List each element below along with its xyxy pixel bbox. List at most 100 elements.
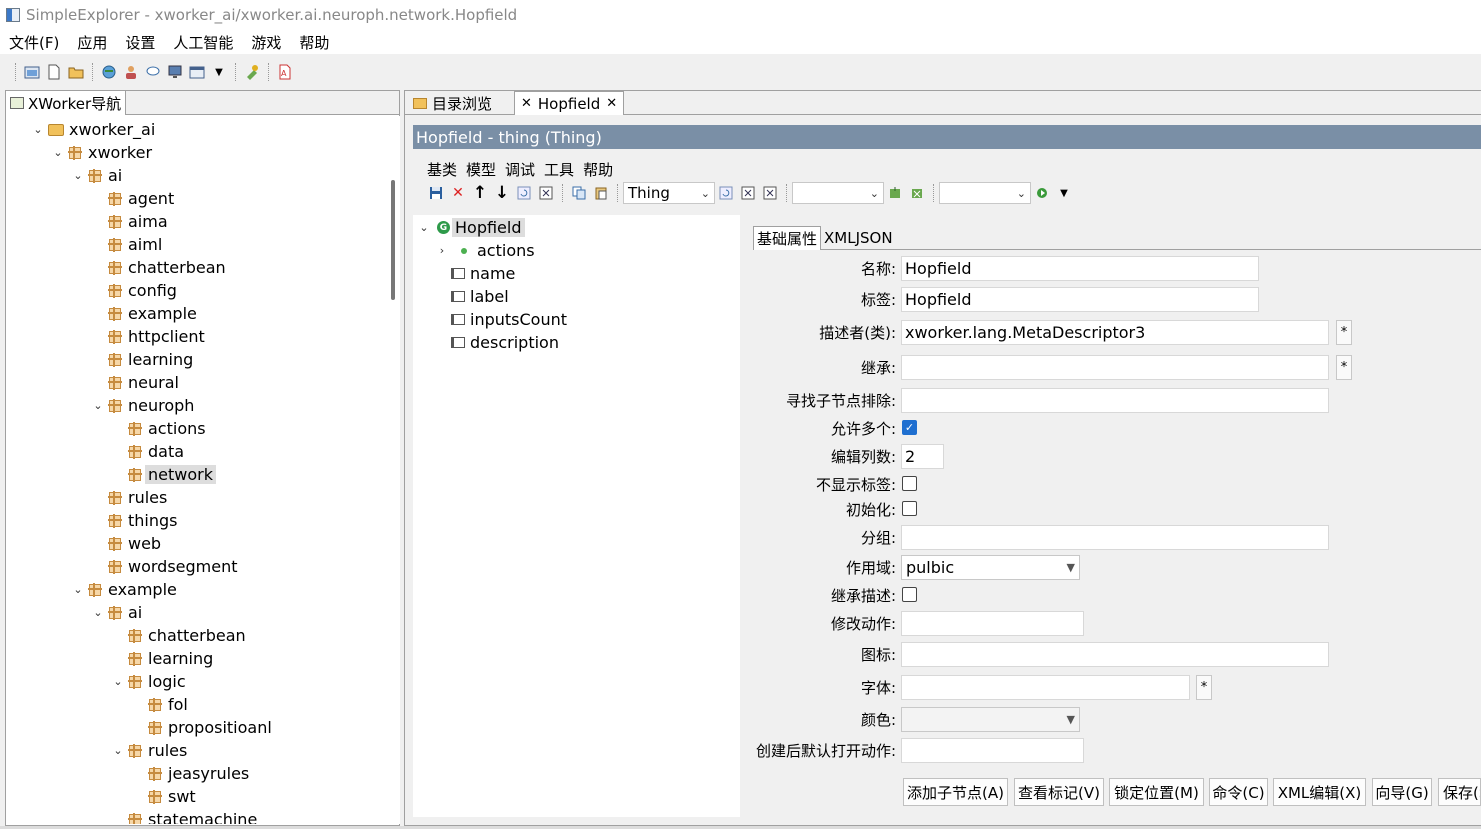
scrollbar-thumb[interactable] bbox=[391, 180, 395, 300]
user-icon[interactable] bbox=[123, 64, 139, 80]
tree-node[interactable]: web bbox=[91, 532, 161, 555]
x-class-icon[interactable] bbox=[762, 185, 778, 201]
copy-icon[interactable] bbox=[571, 185, 587, 201]
new-file-icon[interactable] bbox=[46, 64, 62, 80]
name-field[interactable]: Hopfield bbox=[901, 256, 1259, 281]
refresh-world-icon[interactable] bbox=[101, 64, 117, 80]
tree-node[interactable]: ⌄ ai bbox=[71, 164, 122, 187]
move-down-icon[interactable]: ↓ bbox=[494, 183, 510, 203]
tree-node[interactable]: jeasyrules bbox=[131, 762, 249, 785]
chevron-down-icon[interactable]: ⌄ bbox=[91, 399, 105, 412]
navigator-scrollbar[interactable] bbox=[384, 116, 400, 824]
navigator-tree[interactable]: ⌄ xworker_ai ⌄ xworker ⌄ ai agent aima aiml chatt… bbox=[6, 116, 378, 824]
tree-node[interactable]: network bbox=[111, 463, 216, 486]
descriptor-field[interactable]: xworker.lang.MetaDescriptor3 bbox=[901, 320, 1329, 345]
action-combo[interactable]: ⌄ bbox=[792, 182, 884, 204]
run-combo[interactable]: ⌄ bbox=[939, 182, 1031, 204]
editor-menu-base[interactable]: 基类 bbox=[427, 159, 457, 180]
view-marks-button[interactable]: 查看标记(V) bbox=[1014, 778, 1104, 806]
add-child-button[interactable]: 添加子节点(A) bbox=[903, 778, 1008, 806]
structure-node[interactable]: ⌄ G Hopfield bbox=[417, 216, 525, 239]
tools-icon[interactable] bbox=[244, 64, 260, 80]
save-button[interactable]: 保存(S) bbox=[1438, 778, 1481, 806]
structure-node[interactable]: › actions bbox=[435, 239, 535, 262]
home-icon[interactable] bbox=[24, 64, 40, 80]
tree-node[interactable]: rules bbox=[91, 486, 167, 509]
x-thing-icon[interactable] bbox=[740, 185, 756, 201]
save-icon[interactable] bbox=[428, 185, 444, 201]
tab-xworker-navigator[interactable]: XWorker导航 bbox=[6, 91, 127, 115]
descriptor-select-button[interactable]: * bbox=[1336, 320, 1352, 345]
icon-field[interactable] bbox=[901, 642, 1329, 667]
tree-node[interactable]: propositioanl bbox=[131, 716, 272, 739]
tree-node[interactable]: swt bbox=[131, 785, 196, 808]
open-action-field[interactable] bbox=[901, 738, 1084, 763]
tree-node[interactable]: aiml bbox=[91, 233, 162, 256]
close-icon[interactable]: ✕ bbox=[606, 96, 617, 111]
structure-node[interactable]: label bbox=[435, 285, 509, 308]
chevron-right-icon[interactable]: › bbox=[435, 244, 449, 257]
tree-node[interactable]: ⌄ logic bbox=[111, 670, 185, 693]
tree-node[interactable]: things bbox=[91, 509, 178, 532]
reload-icon[interactable] bbox=[718, 185, 734, 201]
remove-green-icon[interactable] bbox=[909, 185, 925, 201]
editor-menu-debug[interactable]: 调试 bbox=[505, 159, 535, 180]
tree-node[interactable]: fol bbox=[131, 693, 188, 716]
tree-node[interactable]: ⌄ ai bbox=[91, 601, 142, 624]
tab-hopfield[interactable]: ✕ Hopfield ✕ bbox=[514, 91, 625, 115]
cols-field[interactable]: 2 bbox=[901, 444, 944, 469]
tree-node[interactable]: agent bbox=[91, 187, 174, 210]
color-select[interactable]: ▼ bbox=[901, 707, 1080, 732]
editor-menu-model[interactable]: 模型 bbox=[466, 159, 496, 180]
tree-node[interactable]: wordsegment bbox=[91, 555, 238, 578]
editor-menu-tools[interactable]: 工具 bbox=[544, 159, 574, 180]
menu-settings[interactable]: 设置 bbox=[125, 32, 155, 53]
font-field[interactable] bbox=[901, 675, 1190, 700]
tree-node[interactable]: ⌄ neuroph bbox=[91, 394, 194, 417]
wizard-button[interactable]: 向导(G) bbox=[1372, 778, 1432, 806]
chevron-down-icon[interactable]: ⌄ bbox=[71, 583, 85, 596]
modify-action-field[interactable] bbox=[901, 611, 1084, 636]
move-up-icon[interactable]: ↑ bbox=[472, 183, 488, 203]
tree-node[interactable]: aima bbox=[91, 210, 168, 233]
chevron-down-icon[interactable]: ⌄ bbox=[51, 146, 65, 159]
editor-menu-help[interactable]: 帮助 bbox=[583, 159, 613, 180]
monitor-icon[interactable] bbox=[167, 64, 183, 80]
inheritdesc-checkbox[interactable] bbox=[902, 587, 917, 602]
window-icon[interactable] bbox=[189, 64, 205, 80]
structure-node[interactable]: inputsCount bbox=[435, 308, 567, 331]
tab-basic-properties[interactable]: 基础属性 bbox=[753, 226, 822, 250]
tree-node[interactable]: ⌄ example bbox=[71, 578, 176, 601]
tree-node[interactable]: actions bbox=[111, 417, 206, 440]
tree-node[interactable]: statemachine bbox=[111, 808, 257, 824]
tree-node[interactable]: config bbox=[91, 279, 177, 302]
nolabel-checkbox[interactable] bbox=[902, 476, 917, 491]
extends-select-button[interactable]: * bbox=[1336, 355, 1352, 380]
group-field[interactable] bbox=[901, 525, 1329, 550]
chevron-down-icon[interactable]: ⌄ bbox=[31, 123, 45, 136]
run-icon[interactable] bbox=[1034, 185, 1050, 201]
tree-node[interactable]: learning bbox=[111, 647, 213, 670]
chevron-down-icon[interactable]: ⌄ bbox=[417, 221, 431, 234]
xml-edit-button[interactable]: XML编辑(X) bbox=[1273, 778, 1366, 806]
tab-xmljson[interactable]: XMLJSON bbox=[821, 226, 896, 250]
tab-directory-browse[interactable]: 目录浏览 bbox=[407, 91, 498, 115]
font-select-button[interactable]: * bbox=[1196, 675, 1212, 700]
menu-ai[interactable]: 人工智能 bbox=[173, 32, 233, 53]
tree-node[interactable]: httpclient bbox=[91, 325, 205, 348]
tree-node[interactable]: chatterbean bbox=[111, 624, 246, 647]
chevron-down-icon[interactable]: ⌄ bbox=[111, 675, 125, 688]
extends-field[interactable] bbox=[901, 355, 1329, 380]
tree-node[interactable]: data bbox=[111, 440, 184, 463]
xml-icon[interactable] bbox=[538, 185, 554, 201]
command-button[interactable]: 命令(C) bbox=[1209, 778, 1268, 806]
tree-node[interactable]: neural bbox=[91, 371, 179, 394]
run-dropdown-icon[interactable]: ▼ bbox=[1056, 185, 1072, 201]
menu-file[interactable]: 文件(F) bbox=[9, 32, 59, 53]
paste-icon[interactable] bbox=[593, 185, 609, 201]
chevron-down-icon[interactable]: ⌄ bbox=[91, 606, 105, 619]
scope-select[interactable]: pulbic ▼ bbox=[901, 555, 1080, 580]
type-combo[interactable]: Thing ⌄ bbox=[623, 182, 715, 204]
menu-help[interactable]: 帮助 bbox=[299, 32, 329, 53]
structure-node[interactable]: name bbox=[435, 262, 515, 285]
